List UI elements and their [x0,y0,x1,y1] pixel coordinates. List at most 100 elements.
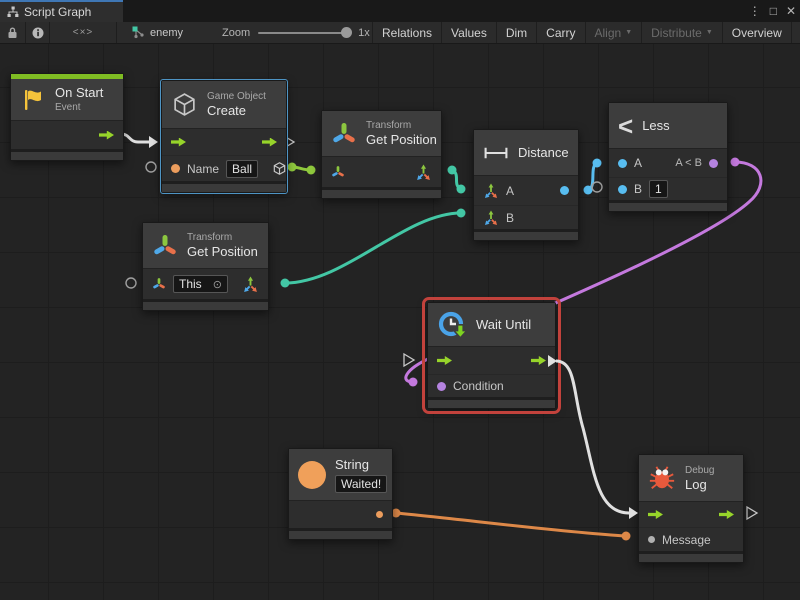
values-button[interactable]: Values [442,22,497,43]
control-out-port[interactable] [262,138,277,147]
full-screen-button[interactable]: Full Screen [792,22,800,43]
node-debug-log[interactable]: Debug Log Message [638,454,744,563]
transform-in-port[interactable] [152,277,166,291]
output-label: A < B [675,157,702,169]
node-on-start[interactable]: On Start Event [10,73,124,161]
zoom-slider[interactable] [258,32,350,34]
node-footer [322,187,441,198]
graph-icon [132,26,145,39]
tab-script-graph[interactable]: Script Graph [0,0,123,22]
port-label: B [634,182,642,196]
node-less[interactable]: < Less A A < B B 1 [608,102,728,212]
title-bar: Script Graph ⋮ □ ✕ [0,0,800,22]
dim-button[interactable]: Dim [497,22,537,43]
node-title: String [335,457,387,473]
inspect-button[interactable] [26,22,50,43]
node-distance[interactable]: Distance A B [473,129,579,241]
carry-button[interactable]: Carry [537,22,585,43]
zoom-slider-knob[interactable] [341,27,352,38]
align-button: Align▼ [586,22,643,43]
node-create[interactable]: Game Object Create Name Ball [161,80,287,193]
port-label: A [506,184,514,198]
transform-in-port[interactable] [331,165,345,179]
node-category: Transform [187,231,258,244]
lock-icon [7,27,18,39]
boolean-in-port-condition[interactable] [437,382,446,391]
node-title: Get Position [187,244,258,260]
transform-icon [152,233,178,259]
bug-icon [648,464,676,492]
node-title: Log [685,477,714,493]
node-subtitle: Event [55,101,103,114]
node-footer [428,397,555,408]
control-in-port[interactable] [171,138,186,147]
distance-icon [483,145,509,161]
node-footer [289,528,392,539]
breadcrumb[interactable]: enemy [132,22,183,43]
script-graph-icon [7,6,19,18]
node-title: Get Position [366,132,437,148]
string-out-port[interactable] [376,511,383,518]
node-title: Distance [518,145,569,161]
vector3-out-port[interactable] [242,276,259,293]
code-view-button[interactable]: <×> [50,22,117,43]
control-in-port[interactable] [648,510,663,519]
zoom-value: 1x [358,27,370,39]
port-label: Name [187,162,219,176]
node-footer [143,299,268,310]
close-icon[interactable]: ✕ [786,0,796,22]
cube-icon [171,91,198,118]
chevron-down-icon: ▼ [706,29,713,36]
less-icon: < [618,113,633,139]
node-footer [162,181,286,192]
distribute-button: Distribute▼ [642,22,723,43]
number-in-port-a[interactable] [618,159,627,168]
node-string[interactable]: String Waited! [288,448,393,540]
breadcrumb-graph-name: enemy [150,27,183,39]
node-get-position-top[interactable]: Transform Get Position [321,110,442,199]
node-title: Wait Until [476,317,531,333]
node-footer [609,200,727,211]
port-label: B [506,211,514,225]
maximize-icon[interactable]: □ [770,0,777,22]
vector3-out-port[interactable] [415,164,432,181]
node-category: Transform [366,119,437,132]
value-in-port-name[interactable] [171,164,180,173]
relations-button[interactable]: Relations [373,22,442,43]
port-label: Message [662,533,711,547]
port-label: Condition [453,379,504,393]
port-label: A [634,156,642,170]
lock-button[interactable] [0,22,26,43]
node-title: Less [642,118,669,134]
clock-icon [437,310,467,340]
control-in-port[interactable] [437,356,452,365]
vector3-in-port-b[interactable] [483,210,499,226]
boolean-out-port[interactable] [709,159,718,168]
node-wait-until[interactable]: Wait Until Condition [427,302,556,409]
gameobject-out-port[interactable] [272,161,287,176]
zoom-control: Zoom 1x [222,22,370,43]
b-value-input[interactable]: 1 [649,180,668,198]
control-out-port[interactable] [531,356,546,365]
zoom-label: Zoom [222,27,250,39]
target-input[interactable]: This ⊙ [173,275,228,293]
node-footer [11,149,123,160]
object-picker-icon[interactable]: ⊙ [213,278,222,291]
message-in-port[interactable] [648,536,655,543]
name-input[interactable]: Ball [226,160,258,178]
control-out-port[interactable] [719,510,734,519]
control-out-port[interactable] [99,131,114,140]
number-out-port[interactable] [560,186,569,195]
number-in-port-b[interactable] [618,185,627,194]
unity-visual-scripting-window: Script Graph ⋮ □ ✕ [0,0,800,600]
info-icon [32,27,44,39]
node-category: Debug [685,464,714,477]
node-category: Game Object [207,90,266,103]
overview-button[interactable]: Overview [723,22,792,43]
string-value-input[interactable]: Waited! [335,475,387,493]
node-get-position-bottom[interactable]: Transform Get Position This ⊙ [142,222,269,311]
window-menu-icon[interactable]: ⋮ [749,0,761,22]
chevron-down-icon: ▼ [625,29,632,36]
node-footer [639,551,743,562]
vector3-in-port-a[interactable] [483,183,499,199]
